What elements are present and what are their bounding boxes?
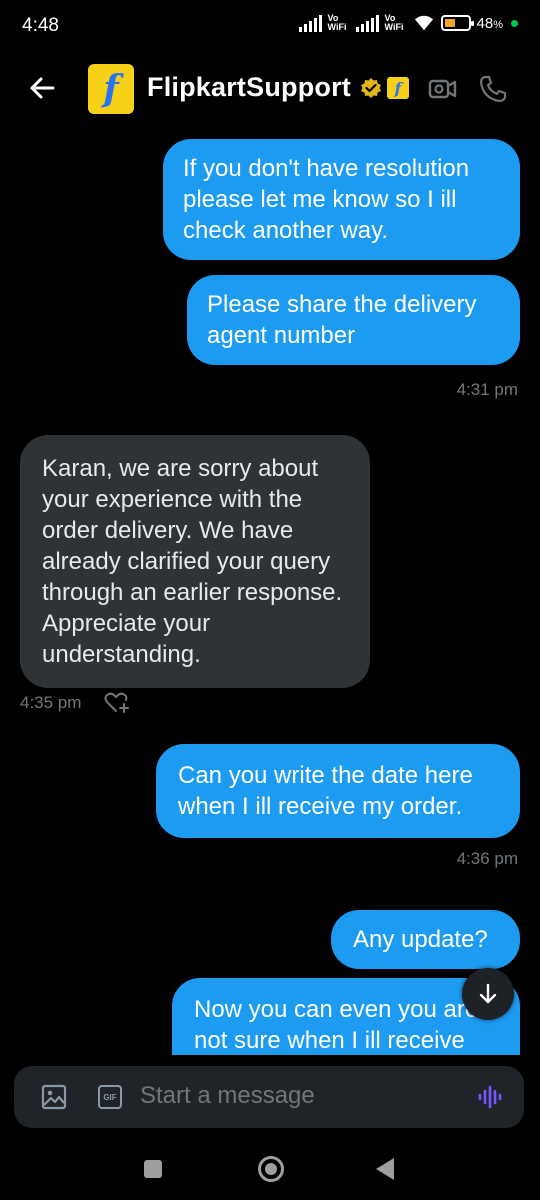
verified-badge-icon: [361, 78, 381, 98]
message-input[interactable]: Start a message: [140, 1082, 315, 1110]
message-text: Can you write the date here when I ill r…: [178, 762, 473, 820]
voice-message-icon[interactable]: [476, 1083, 504, 1111]
message-text: Please share the delivery agent number: [207, 291, 477, 349]
react-heart-icon[interactable]: [104, 692, 130, 714]
flipkart-logo: f: [103, 68, 119, 110]
message-text: Any update?: [353, 926, 488, 953]
message-timestamp: 4:35 pm: [20, 693, 82, 712]
arrow-down-icon: [479, 983, 497, 1004]
back-arrow-icon[interactable]: [26, 72, 58, 104]
avatar[interactable]: f: [88, 64, 134, 114]
message-text: Karan, we are sorry about your experienc…: [42, 455, 343, 668]
scroll-to-bottom-button[interactable]: [462, 968, 514, 1020]
message-bubble-sent[interactable]: Please share the delivery agent number: [187, 275, 520, 365]
system-nav-bar: [0, 1140, 540, 1200]
conversation-header: f FlipkartSupport f: [0, 52, 540, 128]
affiliate-badge-icon: f: [387, 77, 409, 99]
message-list[interactable]: If you don't have resolution please let …: [0, 0, 540, 1200]
home-icon[interactable]: [258, 1156, 284, 1182]
conversation-title[interactable]: FlipkartSupport: [147, 72, 351, 103]
message-bubble-sent[interactable]: If you don't have resolution please let …: [163, 139, 520, 260]
message-composer[interactable]: GIF Start a message: [14, 1066, 524, 1128]
message-timestamp: 4:31 pm: [456, 380, 518, 399]
gif-icon[interactable]: GIF: [98, 1085, 122, 1109]
phone-call-icon[interactable]: [478, 74, 508, 104]
message-bubble-sent[interactable]: Any update?: [331, 910, 520, 969]
nav-back-icon[interactable]: [376, 1158, 394, 1180]
video-call-icon[interactable]: [428, 74, 458, 104]
message-text: If you don't have resolution please let …: [183, 155, 470, 244]
message-bubble-sent[interactable]: Can you write the date here when I ill r…: [156, 744, 520, 838]
image-icon[interactable]: [40, 1083, 68, 1111]
message-bubble-received[interactable]: Karan, we are sorry about your experienc…: [20, 435, 370, 688]
recents-icon[interactable]: [144, 1160, 162, 1178]
message-timestamp: 4:36 pm: [456, 849, 518, 868]
message-text: Now you can even you are not sure when I…: [194, 996, 479, 1054]
